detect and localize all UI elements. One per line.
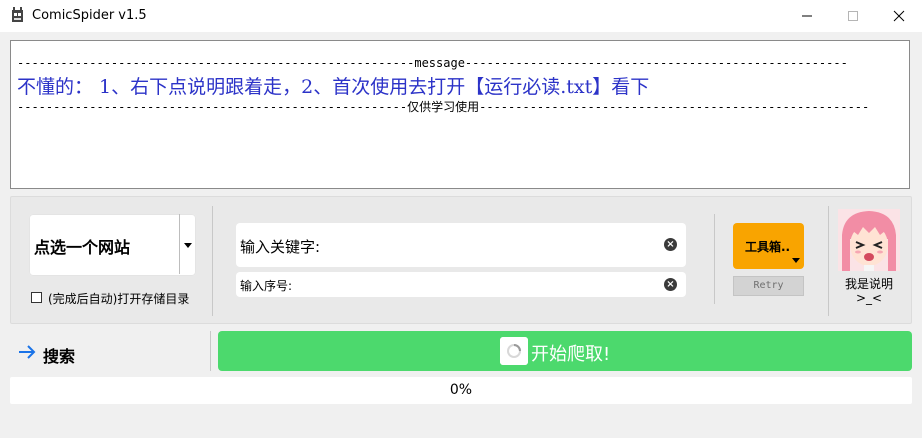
keyword-placeholder: 输入关键字: [240, 238, 321, 256]
spider-app-icon [12, 7, 23, 22]
keyword-input[interactable]: 输入关键字: × [236, 223, 686, 267]
auto-open-checkbox[interactable] [31, 292, 42, 303]
site-select-arrow[interactable] [180, 214, 196, 276]
site-select-value: 点选一个网站 [34, 238, 131, 257]
loading-icon [500, 337, 528, 365]
toolbox-caret-icon [792, 258, 800, 263]
panel-divider-right [828, 206, 829, 316]
start-crawl-button[interactable]: 开始爬取! [218, 331, 912, 371]
search-divider [210, 331, 211, 371]
index-input[interactable]: 输入序号: × [236, 272, 686, 297]
help-label[interactable]: 我是说明 >_< [830, 277, 908, 305]
index-placeholder: 输入序号: [240, 279, 293, 293]
message-hint-text: 不懂的： 1、右下点说明跟着走，2、首次使用去打开【运行必读.txt】看下 [17, 76, 650, 98]
search-label[interactable]: 搜索 [43, 343, 75, 367]
panel-divider-left [212, 206, 213, 316]
minimize-icon [802, 15, 812, 17]
auto-open-label: (完成后自动)打开存储目录 [48, 292, 190, 306]
avatar[interactable] [838, 209, 900, 271]
progress-bar: 0% [10, 377, 912, 404]
toolbox-label: 工具箱.. [745, 240, 791, 254]
start-crawl-label: 开始爬取! [531, 344, 611, 365]
close-icon [893, 10, 905, 22]
help-label-text: 我是说明 >_< [844, 277, 893, 305]
minimize-button[interactable] [784, 0, 830, 32]
arrow-right-icon [19, 345, 36, 359]
maximize-button[interactable] [830, 0, 876, 32]
window-title: ComicSpider v1.5 [32, 8, 147, 23]
title-bar: ComicSpider v1.5 [0, 0, 922, 32]
progress-text: 0% [449, 382, 473, 398]
maximize-icon [848, 11, 858, 21]
message-footer-line: ----------------------------------------… [17, 100, 870, 114]
retry-button[interactable]: Retry [733, 276, 804, 296]
toolbox-button[interactable]: 工具箱.. [733, 223, 804, 269]
close-button[interactable] [876, 0, 922, 32]
caret-down-icon [184, 242, 192, 248]
clear-keyword-icon[interactable]: × [664, 238, 677, 251]
clear-index-icon[interactable]: × [664, 278, 677, 291]
message-header-line: ----------------------------------------… [17, 56, 848, 70]
site-select-dropdown[interactable]: 点选一个网站 [29, 214, 196, 276]
message-console[interactable]: ----------------------------------------… [10, 40, 910, 189]
panel-divider-middle [714, 214, 715, 304]
